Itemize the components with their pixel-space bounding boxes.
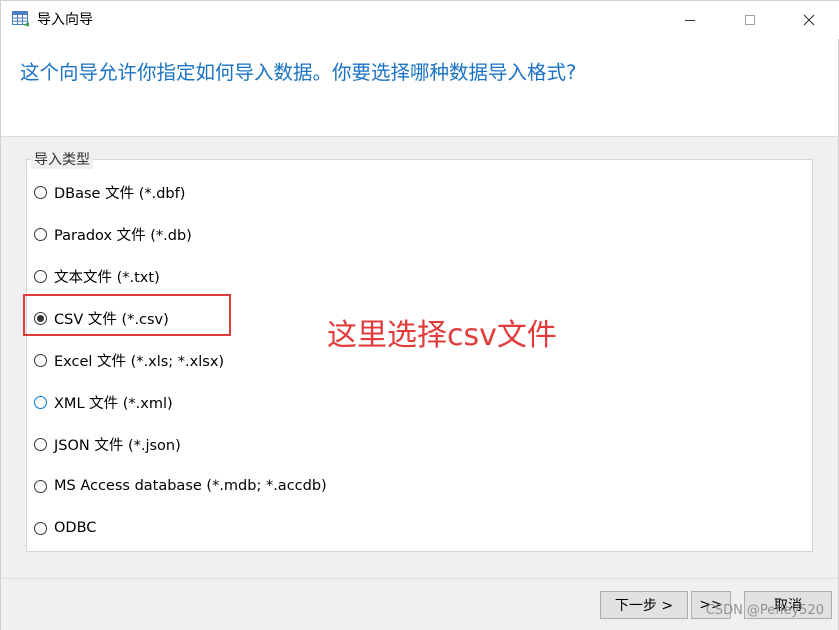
radio-excel[interactable]: Excel 文件 (*.xls; *.xlsx): [34, 348, 224, 372]
watermark: CSDN @Pefley520: [705, 603, 824, 618]
wizard-header: 这个向导允许你指定如何导入数据。你要选择哪种数据导入格式?: [1, 39, 838, 137]
next-button[interactable]: 下一步 >: [600, 591, 688, 619]
import-type-legend: 导入类型: [31, 151, 93, 169]
close-button[interactable]: [786, 1, 832, 39]
close-icon: [803, 14, 815, 26]
radio-label: JSON 文件 (*.json): [54, 437, 181, 454]
wizard-instruction: 这个向导允许你指定如何导入数据。你要选择哪种数据导入格式?: [20, 61, 577, 84]
radio-label: XML 文件 (*.xml): [54, 395, 173, 412]
radio-circle-icon[interactable]: [34, 437, 47, 451]
title-bar[interactable]: 导入向导: [1, 1, 839, 39]
radio-dbase[interactable]: DBase 文件 (*.dbf): [34, 180, 185, 204]
radio-json[interactable]: JSON 文件 (*.json): [34, 432, 181, 456]
radio-circle-icon[interactable]: [34, 269, 47, 283]
maximize-button[interactable]: [727, 1, 773, 39]
import-wizard-window: 导入向导 这个向导允许你指定如何导入数据。你要选择哪种数据导入格式? 导入类型: [0, 0, 839, 630]
annotation-text: 这里选择csv文件: [327, 318, 557, 353]
radio-text[interactable]: 文本文件 (*.txt): [34, 264, 160, 288]
radio-circle-icon[interactable]: [34, 227, 47, 241]
wizard-content: 导入类型 DBase 文件 (*.dbf) Paradox 文件 (*.db) …: [1, 137, 838, 578]
radio-circle-icon[interactable]: [34, 395, 47, 409]
radio-circle-icon[interactable]: [34, 479, 47, 493]
radio-label: DBase 文件 (*.dbf): [54, 185, 186, 202]
wizard-footer: 下一步 > >> 取消 CSDN @Pefley520: [1, 578, 838, 630]
radio-paradox[interactable]: Paradox 文件 (*.db): [34, 222, 192, 246]
radio-circle-icon[interactable]: [34, 353, 47, 367]
radio-circle-icon[interactable]: [34, 521, 47, 535]
radio-label: Paradox 文件 (*.db): [54, 227, 192, 244]
radio-label: 文本文件 (*.txt): [54, 269, 160, 286]
window-title: 导入向导: [37, 12, 93, 28]
import-type-group: 导入类型 DBase 文件 (*.dbf) Paradox 文件 (*.db) …: [23, 151, 813, 552]
table-import-icon: [12, 11, 29, 27]
csv-highlight-box: [23, 294, 231, 336]
minimize-button[interactable]: [667, 1, 713, 39]
radio-label: MS Access database (*.mdb; *.accdb): [54, 478, 327, 494]
radio-odbc[interactable]: ODBC: [34, 516, 96, 540]
radio-xml[interactable]: XML 文件 (*.xml): [34, 390, 173, 414]
minimize-icon: [685, 20, 695, 21]
radio-ms-access[interactable]: MS Access database (*.mdb; *.accdb): [34, 474, 327, 498]
radio-circle-icon[interactable]: [34, 185, 47, 199]
radio-label: ODBC: [54, 520, 97, 536]
maximize-icon: [745, 15, 755, 25]
radio-label: Excel 文件 (*.xls; *.xlsx): [54, 353, 225, 370]
